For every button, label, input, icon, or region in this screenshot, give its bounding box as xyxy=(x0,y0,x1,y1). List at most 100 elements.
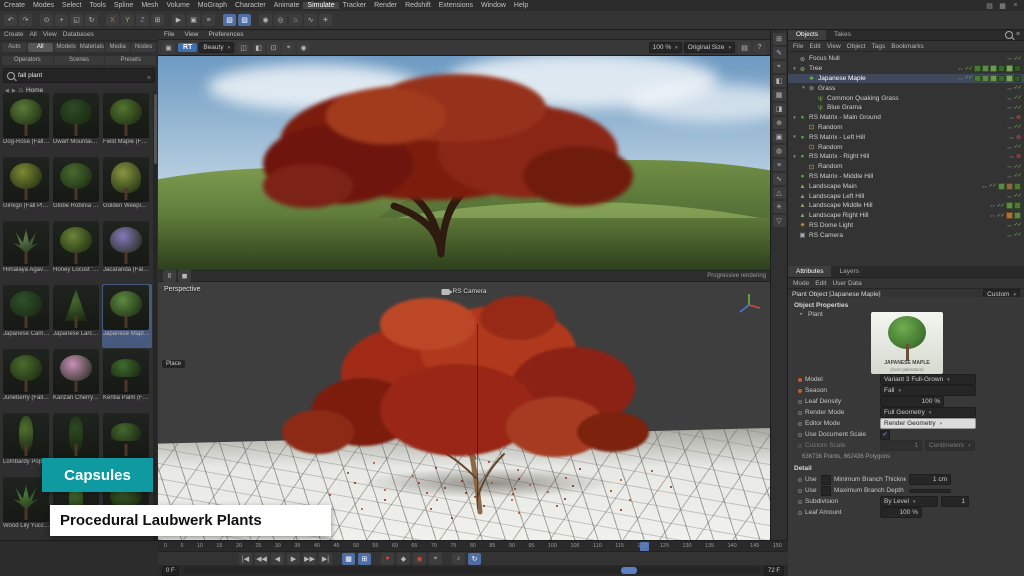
object-tree-item[interactable]: ▲Landscape Right Hill●●✓✓ xyxy=(788,211,1024,221)
custom-scale-field[interactable]: 1 xyxy=(880,440,922,451)
keyframe-dot[interactable] xyxy=(798,389,802,393)
material-chip[interactable] xyxy=(1014,65,1021,72)
material-chip[interactable] xyxy=(1014,212,1021,219)
light-icon[interactable]: ☀ xyxy=(319,14,332,26)
visibility-dots[interactable]: ●● xyxy=(1009,135,1014,140)
sphere-icon[interactable]: ◍ xyxy=(773,145,786,157)
range-slider[interactable] xyxy=(183,567,760,574)
menu-window[interactable]: Window xyxy=(477,2,510,9)
asset-search-input[interactable] xyxy=(18,72,144,79)
object-tree-item[interactable]: ψBlue Grama●●✓✓ xyxy=(788,103,1024,113)
asset-item[interactable]: Jacaranda (Fall Plant) xyxy=(102,220,152,284)
enabled-check-icon[interactable]: ✓✓ xyxy=(965,75,972,81)
visibility-dots[interactable]: ●● xyxy=(1007,96,1012,101)
menu-modes[interactable]: Modes xyxy=(29,2,58,9)
visibility-dots[interactable]: ●● xyxy=(1007,56,1012,61)
environment-icon[interactable]: ◎ xyxy=(274,14,287,26)
enabled-check-icon[interactable]: ✓✓ xyxy=(997,213,1004,219)
maximum-branch-depth-field[interactable] xyxy=(909,489,951,493)
disabled-icon[interactable]: ⊗ xyxy=(1016,153,1021,160)
pyramid-icon[interactable]: ▽ xyxy=(773,215,786,227)
material-tags[interactable] xyxy=(1006,202,1021,209)
filter-tab-materials[interactable]: Materials xyxy=(79,43,104,52)
redo-icon[interactable]: ↷ xyxy=(19,14,32,26)
object-tree-item[interactable]: ▣RS Camera●●✓✓ xyxy=(788,230,1024,240)
menu-animate[interactable]: Animate xyxy=(270,2,304,9)
render-view-icon[interactable]: ▶ xyxy=(172,14,185,26)
keyframe-dot[interactable] xyxy=(798,378,802,382)
material-chip[interactable] xyxy=(974,75,981,82)
visibility-dots[interactable]: ●● xyxy=(990,203,995,208)
material-chip[interactable] xyxy=(982,75,989,82)
filter-tab-auto[interactable]: Auto xyxy=(2,43,27,52)
enabled-check-icon[interactable]: ✓✓ xyxy=(1014,56,1021,62)
wave-icon[interactable]: ∿ xyxy=(773,173,786,185)
material-chip[interactable] xyxy=(1006,202,1013,209)
menu-tracker[interactable]: Tracker xyxy=(339,2,370,9)
asset-menu-databases[interactable]: Databases xyxy=(63,31,94,38)
object-tree-item[interactable]: ▾⊕Tree●●✓✓ xyxy=(788,64,1024,74)
play-forward-button[interactable]: ▶ xyxy=(287,553,300,565)
visibility-dots[interactable]: ●● xyxy=(1007,86,1012,91)
enabled-check-icon[interactable]: ✓✓ xyxy=(1014,144,1021,150)
viewport-view-menu[interactable]: Perspective xyxy=(164,286,201,293)
pause-render-icon[interactable]: Ⅱ xyxy=(163,270,176,282)
rt-button[interactable]: RT xyxy=(178,43,197,52)
sound-toggle[interactable]: ♪ xyxy=(452,553,465,565)
previous-key-button[interactable]: ◀◀ xyxy=(255,553,268,565)
attributes-menu-edit[interactable]: Edit xyxy=(815,280,826,287)
material-chip[interactable] xyxy=(974,65,981,72)
expand-arrow-icon[interactable]: ▾ xyxy=(791,66,798,72)
zoom-dropdown[interactable]: 100 % xyxy=(649,42,682,53)
previous-frame-button[interactable]: ◀ xyxy=(271,553,284,565)
menu-spline[interactable]: Spline xyxy=(110,2,137,9)
timeline-ruler[interactable]: 0510152025303540455055606570758085909510… xyxy=(158,540,788,551)
keyframe-dot[interactable] xyxy=(798,444,802,448)
playhead[interactable] xyxy=(640,542,649,551)
add-icon[interactable]: ⊕ xyxy=(773,117,786,129)
live-selection-icon[interactable]: ⊙ xyxy=(40,14,53,26)
material-chip[interactable] xyxy=(1006,65,1013,72)
leaf-amount-field[interactable]: 100 % xyxy=(880,507,922,518)
asset-item[interactable]: Ginkgo (Fall Plant) xyxy=(2,156,52,220)
z-axis-lock[interactable]: Z xyxy=(136,14,149,26)
material-chip[interactable] xyxy=(1006,212,1013,219)
simulate-toggle-icon[interactable]: ▧ xyxy=(223,14,236,26)
object-tree-item[interactable]: ⊡Random●●✓✓ xyxy=(788,162,1024,172)
pen-icon[interactable]: ✎ xyxy=(773,47,786,59)
move-tool-icon[interactable]: + xyxy=(55,14,68,26)
goto-start-button[interactable]: |◀ xyxy=(239,553,252,565)
minimum-branch-thickness-use-checkbox[interactable] xyxy=(821,475,831,485)
material-chip[interactable] xyxy=(1014,202,1021,209)
loop-playback-toggle[interactable]: ↻ xyxy=(468,553,481,565)
asset-item[interactable]: Dog-Rose (Fall Plant) xyxy=(2,92,52,156)
objects-menu-tags[interactable]: Tags xyxy=(871,43,885,50)
material-chip[interactable] xyxy=(1014,75,1021,82)
visibility-dots[interactable]: ●● xyxy=(1007,174,1012,179)
scale-tool-icon[interactable]: ◱ xyxy=(70,14,83,26)
menu-extensions[interactable]: Extensions xyxy=(435,2,477,9)
render-view[interactable] xyxy=(158,56,770,270)
expand-arrow-icon[interactable]: ▾ xyxy=(791,115,798,121)
asset-menu-all[interactable]: All xyxy=(30,31,37,38)
x-axis-lock[interactable]: X xyxy=(106,14,119,26)
range-start-field[interactable]: 0 F xyxy=(162,566,179,576)
material-tags[interactable] xyxy=(974,65,1021,72)
visibility-dots[interactable]: ●● xyxy=(1007,164,1012,169)
split-right-icon[interactable]: ◨ xyxy=(773,103,786,115)
enabled-check-icon[interactable]: ✓✓ xyxy=(1014,232,1021,238)
render-pass-dropdown[interactable]: Beauty xyxy=(199,42,234,53)
use-document-scale-checkbox[interactable] xyxy=(880,430,890,440)
objects-menu-bookmarks[interactable]: Bookmarks xyxy=(891,43,924,50)
enabled-check-icon[interactable]: ✓✓ xyxy=(965,66,972,72)
material-chip[interactable] xyxy=(1014,183,1021,190)
renderview-menu-preferences[interactable]: Preferences xyxy=(204,29,247,40)
enabled-check-icon[interactable]: ✓✓ xyxy=(1014,222,1021,228)
visibility-dots[interactable]: ●● xyxy=(1007,145,1012,150)
enabled-check-icon[interactable]: ✓✓ xyxy=(1014,95,1021,101)
object-tree-item[interactable]: ♣Japanese Maple●●✓✓ xyxy=(788,74,1024,84)
enabled-check-icon[interactable]: ✓✓ xyxy=(997,203,1004,209)
keyframe-dot[interactable] xyxy=(798,478,802,482)
dynamics-toggle-icon[interactable]: ▨ xyxy=(238,14,251,26)
list-icon[interactable]: ≡ xyxy=(773,159,786,171)
